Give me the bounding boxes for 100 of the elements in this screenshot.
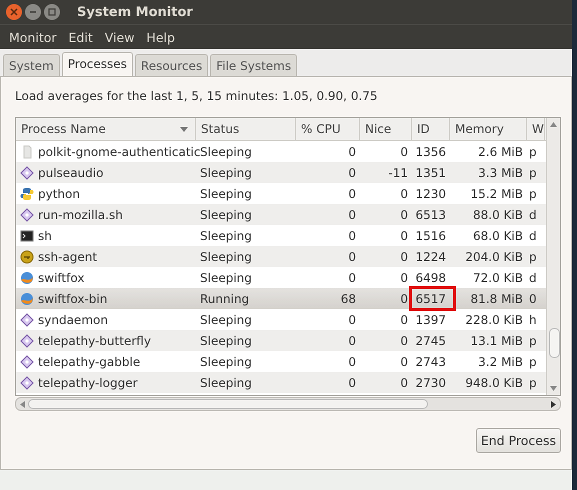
column-header[interactable]: ID [412,118,450,140]
id-cell: 2743 [415,354,446,368]
id-cell: 2745 [415,334,446,348]
table-row[interactable]: telepathy-logger Sleeping 0 0 2730 948.0 KiB p [16,372,546,393]
status-cell: Sleeping [200,228,252,242]
diamond-icon [20,208,34,222]
column-header[interactable]: Status [196,118,296,140]
scroll-up-arrow-icon [550,122,557,127]
table-cell: d [529,208,537,222]
nice-cell: 0 [400,228,408,242]
table-cell: p [529,354,537,368]
maximize-button[interactable] [44,4,60,20]
status-cell: Running [200,292,250,306]
process-name-cell: polkit-gnome-authenticatic [38,144,200,158]
table-row[interactable]: pulseaudio Sleeping 0 -11 1351 3.3 MiB p [16,162,546,183]
terminal-icon [20,228,34,242]
table-cell: p [529,334,537,348]
table-cell: d [529,228,537,242]
close-icon [10,8,18,16]
globe-icon [20,292,34,306]
id-cell: 1516 [415,228,446,242]
process-name-cell: run-mozilla.sh [38,208,123,222]
sort-arrow-icon [180,126,188,132]
diamond-icon [20,312,34,326]
horizontal-scrollbar[interactable] [15,397,561,411]
cpu-cell: 68 [340,292,356,306]
menu-item[interactable]: Help [140,30,181,44]
process-name-cell: python [38,186,80,200]
column-header[interactable]: Process Name [16,118,196,140]
memory-cell: 204.0 KiB [465,250,523,264]
status-cell: Sleeping [200,312,252,326]
status-cell: Sleeping [200,208,252,222]
process-name-cell: syndaemon [38,312,108,326]
window-title: System Monitor [77,4,193,20]
nice-cell: 0 [400,208,408,222]
menu-item[interactable]: Edit [62,30,99,44]
id-cell: 1230 [415,186,446,200]
column-header[interactable]: W [527,118,545,140]
cpu-cell: 0 [348,144,356,158]
table-row[interactable]: ssh-agent Sleeping 0 0 1224 204.0 KiB p [16,246,546,267]
table-cell: p [529,144,537,158]
vertical-scrollbar[interactable] [546,118,560,395]
process-name-cell: swiftfox-bin [38,292,108,306]
globe-icon [20,270,34,284]
memory-cell: 13.1 MiB [470,334,523,348]
memory-cell: 948.0 KiB [465,376,523,390]
status-cell: Sleeping [200,334,252,348]
nice-cell: 0 [400,312,408,326]
status-cell: Sleeping [200,250,252,264]
scrollbar-thumb[interactable] [28,399,428,409]
nice-cell: 0 [400,354,408,368]
nice-cell: 0 [400,292,408,306]
diamond-icon [20,334,34,348]
status-cell: Sleeping [200,144,252,158]
end-process-button[interactable]: End Process [476,428,561,453]
memory-cell: 88.0 KiB [473,208,523,222]
tab[interactable]: Resources [134,54,208,76]
process-name-cell: ssh-agent [38,250,98,264]
scrollbar-thumb[interactable] [549,328,560,358]
nice-cell: 0 [400,144,408,158]
nice-cell: 0 [400,186,408,200]
cpu-cell: 0 [348,334,356,348]
column-header[interactable]: Nice [360,118,412,140]
memory-cell: 2.6 MiB [478,144,523,158]
table-row[interactable]: swiftfox-bin Running 68 0 6517 81.8 MiB 0 [16,288,546,309]
diamond-icon [20,166,34,180]
table-row[interactable]: telepathy-butterfly Sleeping 0 0 2745 13.1 MiB p [16,330,546,351]
memory-cell: 228.0 KiB [465,312,523,326]
memory-cell: 3.3 MiB [478,166,523,180]
id-cell: 2730 [415,376,446,390]
close-button[interactable] [6,4,22,20]
load-averages-text: Load averages for the last 1, 5, 15 minutes: 1.05, 0.90, 0.75 [15,89,379,103]
nice-cell: 0 [400,270,408,284]
nice-cell: -11 [388,166,408,180]
process-name-cell: telepathy-butterfly [38,334,151,348]
column-header[interactable]: Memory [450,118,527,140]
menu-item[interactable]: View [98,30,140,44]
memory-cell: 72.0 KiB [473,270,523,284]
process-name-cell: pulseaudio [38,166,104,180]
memory-cell: 15.2 MiB [470,186,523,200]
table-row[interactable]: run-mozilla.sh Sleeping 0 0 6513 88.0 KiB d [16,204,546,225]
table-cell: h [529,312,537,326]
id-cell: 1224 [415,250,446,264]
process-name-cell: telepathy-gabble [38,354,140,368]
table-cell: 0 [529,292,537,306]
tab[interactable]: System [3,54,60,76]
memory-cell: 81.8 MiB [470,292,523,306]
process-name-cell: swiftfox [38,270,84,284]
minimize-button[interactable] [25,4,41,20]
process-name-cell: telepathy-logger [38,376,138,390]
table-cell: p [529,186,537,200]
tab[interactable]: File Systems [210,54,298,76]
nice-cell: 0 [400,250,408,264]
table-cell: p [529,250,537,264]
cpu-cell: 0 [348,250,356,264]
column-header[interactable]: % CPU [296,118,360,140]
menu-item[interactable]: Monitor [3,30,63,44]
id-cell: 6498 [415,270,446,284]
cpu-cell: 0 [348,186,356,200]
tab[interactable]: Processes [62,52,133,76]
